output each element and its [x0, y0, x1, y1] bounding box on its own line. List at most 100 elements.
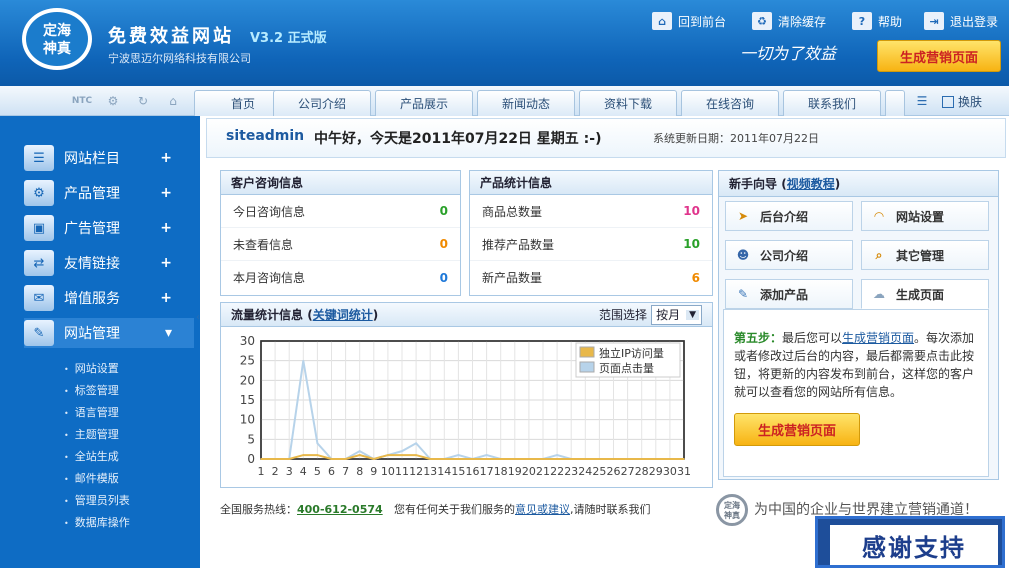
- thanks-stamp-text: 感谢支持: [830, 525, 998, 565]
- skin-button[interactable]: 换肤: [942, 93, 982, 110]
- step-generate-link[interactable]: 生成营销页面: [842, 331, 914, 345]
- x-tick-label: 23: [564, 465, 578, 478]
- guide-btn-other[interactable]: ⌕ 其它管理: [861, 240, 989, 270]
- row-value: 0: [439, 204, 448, 218]
- generate-page-button-top[interactable]: 生成营销页面: [877, 40, 1001, 72]
- columns-icon: ☰: [24, 145, 54, 171]
- sidebar-menu-ads[interactable]: ▣ 广告管理 +: [24, 213, 194, 243]
- tab-company[interactable]: 公司介绍: [273, 90, 371, 116]
- x-tick-label: 12: [409, 465, 423, 478]
- x-tick-label: 21: [536, 465, 550, 478]
- submenu-site-settings[interactable]: 网站设置: [64, 360, 119, 376]
- x-tick-label: 31: [677, 465, 691, 478]
- clear-cache-link[interactable]: ♻ 清除缓存: [752, 10, 826, 32]
- submenu-mail-templates[interactable]: 邮件模版: [64, 470, 119, 486]
- skin-label: 换肤: [958, 95, 983, 109]
- cursor-icon: ➤: [737, 209, 749, 223]
- series-point: [669, 458, 671, 460]
- row-label: 未查看信息: [233, 237, 294, 252]
- guide-btn-site-settings[interactable]: ◠ 网站设置: [861, 201, 989, 231]
- sidebar-menu-columns[interactable]: ☰ 网站栏目 +: [24, 143, 194, 173]
- product-stats-panel: 产品统计信息 商品总数量 10 推荐产品数量 10 新产品数量 6: [469, 170, 713, 296]
- submenu-database[interactable]: 数据库操作: [64, 514, 130, 530]
- sidebar-menu-products[interactable]: ⚙ 产品管理 +: [24, 178, 194, 208]
- product-row-new: 新产品数量 6: [470, 261, 712, 294]
- generate-page-button[interactable]: 生成营销页面: [734, 413, 860, 446]
- refresh-icon[interactable]: ↻: [134, 92, 152, 110]
- guide-btn-company[interactable]: ☻ 公司介绍: [725, 240, 853, 270]
- series-point: [542, 458, 544, 460]
- range-select[interactable]: 按月 ▼: [651, 304, 702, 325]
- submenu-admin-list[interactable]: 管理员列表: [64, 492, 130, 508]
- submenu-tags[interactable]: 标签管理: [64, 382, 119, 398]
- guide-btn-generate-page[interactable]: ☁ 生成页面: [861, 279, 989, 309]
- series-point: [598, 458, 601, 460]
- link-icon: ⇄: [24, 250, 54, 276]
- submenu-build-all[interactable]: 全站生成: [64, 448, 119, 464]
- home-icon[interactable]: ⌂: [164, 92, 182, 110]
- traffic-panel: 流量统计信息 (关键词统计) 范围选择 按月 ▼ 0 5 10 15 20 25 30 1 2 3 4 5…: [220, 302, 713, 488]
- video-tutorial-link[interactable]: 视频教程: [787, 175, 835, 192]
- tab-overflow[interactable]: [885, 90, 905, 116]
- submenu-languages[interactable]: 语言管理: [64, 404, 119, 420]
- skin-icon: [942, 95, 954, 108]
- series-point: [274, 458, 276, 460]
- guide-btn-label: 生成页面: [896, 287, 945, 302]
- guide-btn-backend[interactable]: ➤ 后台介绍: [725, 201, 853, 231]
- guide-title: 新手向导: [729, 177, 778, 191]
- tab-contact[interactable]: 联系我们: [783, 90, 881, 116]
- x-tick-label: 16: [466, 465, 480, 478]
- series-point: [485, 454, 488, 456]
- series-point: [528, 458, 530, 460]
- series-point: [401, 454, 403, 456]
- list-icon[interactable]: ☰: [913, 92, 931, 110]
- help-link[interactable]: ? 帮助: [852, 10, 902, 32]
- feedback-link[interactable]: 意见或建议: [515, 503, 570, 516]
- tab-consult[interactable]: 在线咨询: [681, 90, 779, 116]
- tab-downloads[interactable]: 资料下载: [579, 90, 677, 116]
- series-point: [485, 458, 488, 460]
- row-label: 推荐产品数量: [482, 237, 555, 252]
- sidebar-menu-services[interactable]: ✉ 增值服务 +: [24, 283, 194, 313]
- x-tick-label: 24: [578, 465, 592, 478]
- site-version: V3.2 正式版: [250, 31, 327, 46]
- trash-icon: ♻: [752, 12, 772, 30]
- series-point: [260, 458, 262, 460]
- series-point: [387, 454, 389, 456]
- chat-icon: ✉: [24, 285, 54, 311]
- submenu-themes[interactable]: 主题管理: [64, 426, 119, 442]
- tab-products[interactable]: 产品展示: [375, 90, 473, 116]
- gear-icon[interactable]: ⚙: [104, 92, 122, 110]
- x-tick-label: 1: [258, 465, 265, 478]
- consult-panel-title: 客户咨询信息: [221, 171, 460, 195]
- monitor-icon: ▣: [24, 215, 54, 241]
- logout-icon: ⇥: [924, 12, 944, 30]
- magnifier-icon: ⌕: [875, 247, 883, 262]
- hotline-number[interactable]: 400-612-0574: [297, 503, 383, 516]
- y-tick-label: 30: [240, 334, 255, 348]
- tab-news[interactable]: 新闻动态: [477, 90, 575, 116]
- hotline-label: 全国服务热线：: [220, 503, 297, 516]
- thanks-stamp: 感谢支持: [815, 516, 1005, 568]
- ntc-icon[interactable]: NTC: [70, 92, 94, 110]
- sidebar-menu-site-admin[interactable]: ✎ 网站管理 ▾: [24, 318, 194, 348]
- guide-btn-label: 公司介绍: [760, 248, 809, 263]
- series-point: [358, 450, 361, 452]
- back-to-front-link[interactable]: ⌂ 回到前台: [652, 10, 726, 32]
- x-tick-label: 22: [550, 465, 564, 478]
- series-point: [288, 458, 290, 460]
- x-tick-label: 3: [286, 465, 293, 478]
- sidebar-menu-links[interactable]: ⇄ 友情链接 +: [24, 248, 194, 278]
- logout-link[interactable]: ⇥ 退出登录: [924, 10, 998, 32]
- home-icon: ⌂: [652, 12, 672, 30]
- keyword-stats-link[interactable]: 关键词统计: [313, 308, 373, 322]
- x-tick-label: 25: [592, 465, 606, 478]
- slogan-signature: 一切为了效益: [740, 44, 837, 63]
- range-value: 按月: [656, 308, 681, 322]
- consult-panel: 客户咨询信息 今日咨询信息 0 未查看信息 0 本月咨询信息 0: [220, 170, 461, 296]
- guide-btn-label: 后台介绍: [760, 209, 809, 224]
- legend-label: 独立IP访问量: [599, 346, 664, 360]
- range-label: 范围选择: [599, 308, 648, 322]
- guide-btn-add-product[interactable]: ✎ 添加产品: [725, 279, 853, 309]
- series-point: [344, 458, 347, 460]
